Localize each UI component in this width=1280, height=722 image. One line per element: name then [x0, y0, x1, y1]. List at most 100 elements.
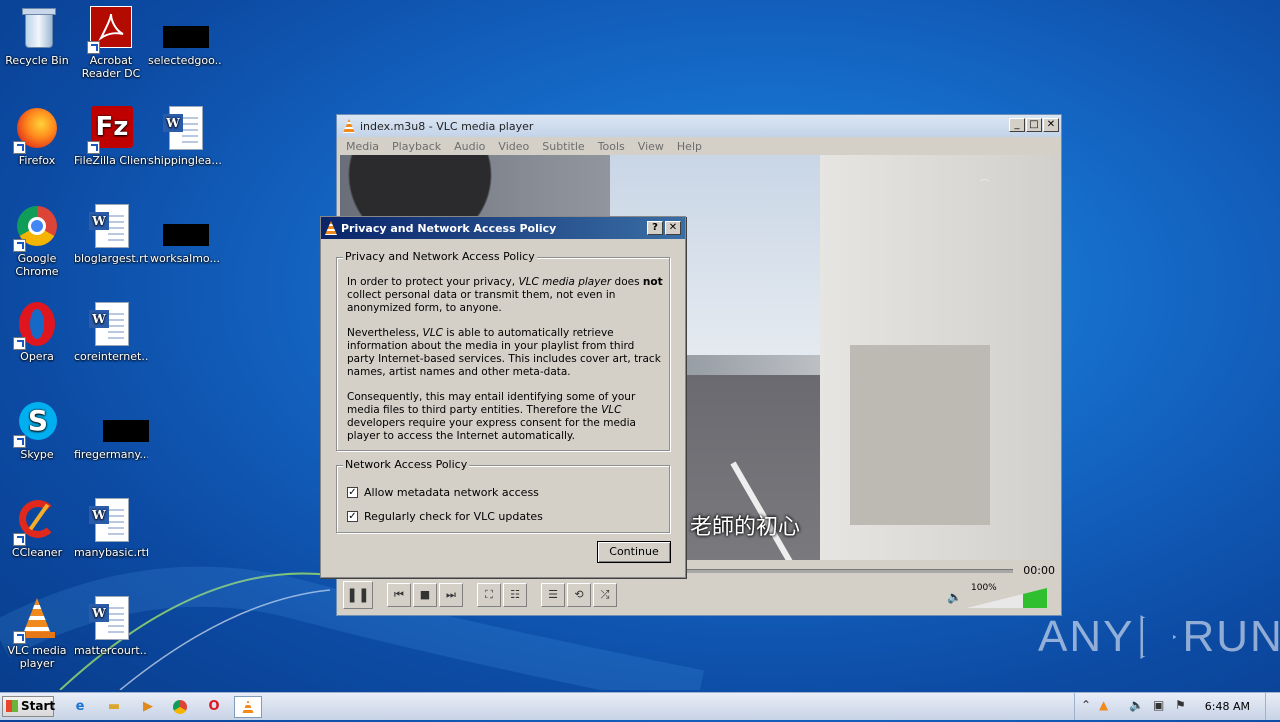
vlc-tray-icon[interactable]: ▲ [1099, 698, 1108, 712]
play-logo-icon [1140, 615, 1177, 659]
next-button[interactable]: ⏭ [439, 583, 463, 607]
privacy-dialog[interactable]: Privacy and Network Access Policy ? ✕ Pr… [320, 216, 686, 578]
firefox-icon [13, 106, 59, 154]
start-button[interactable]: Start [2, 696, 55, 717]
skype-icon: S [13, 400, 59, 448]
loop-button[interactable]: ⟲ [567, 583, 591, 607]
continue-button[interactable]: Continue [597, 541, 671, 563]
desktop-icon-filezilla[interactable]: Fz FileZilla Client [74, 106, 148, 167]
ccleaner-icon [13, 498, 59, 546]
show-desktop-button[interactable] [1265, 693, 1280, 720]
tray-expand-icon[interactable]: ⌃ [1081, 698, 1091, 712]
taskbar-clock[interactable]: 6:48 AM [1205, 700, 1250, 713]
menu-view[interactable]: View [631, 140, 670, 153]
desktop-icon-selectedgoo[interactable]: selectedgoo... [148, 6, 222, 67]
privacy-paragraph-3: Consequently, this may entail identifyin… [347, 391, 636, 442]
dialog-titlebar[interactable]: Privacy and Network Access Policy ? ✕ [321, 217, 685, 239]
vlc-cone-icon [343, 119, 355, 133]
word-document-icon: W [89, 596, 133, 640]
network-tray-icon[interactable]: ▣ [1153, 698, 1164, 712]
recycle-bin-icon [15, 6, 59, 50]
desktop-icon-label: Recycle Bin [5, 54, 69, 67]
minimize-button[interactable]: _ [1009, 118, 1025, 132]
volume-percent: 100% [971, 583, 997, 593]
menu-video[interactable]: Video [491, 140, 535, 153]
ie-icon[interactable]: e [68, 696, 92, 718]
metadata-access-checkbox[interactable]: ✓ Allow metadata network access [347, 486, 539, 499]
dialog-title: Privacy and Network Access Policy [341, 221, 557, 235]
desktop-icon-mattercourt[interactable]: W mattercourt... [74, 596, 148, 657]
desktop-icon-recycle-bin[interactable]: Recycle Bin [0, 6, 74, 67]
update-check-checkbox[interactable]: ✓ Regularly check for VLC updates [347, 510, 543, 523]
menu-audio[interactable]: Audio [447, 140, 491, 153]
media-player-icon[interactable]: ▶ [136, 696, 160, 718]
desktop-icon-ccleaner[interactable]: CCleaner [0, 498, 74, 559]
dialog-close-button[interactable]: ✕ [665, 221, 681, 235]
word-document-icon: W [163, 106, 207, 150]
help-button[interactable]: ? [647, 221, 663, 235]
close-button[interactable]: ✕ [1043, 118, 1059, 132]
shuffle-button[interactable]: ⤮ [593, 583, 617, 607]
volume-tray-icon[interactable]: 🔈 [1129, 698, 1144, 712]
chrome-taskbar-icon[interactable] [168, 696, 192, 718]
checkbox-checked-icon[interactable]: ✓ [347, 487, 358, 498]
vlc-taskbar-button[interactable] [234, 696, 262, 718]
vlc-titlebar[interactable]: index.m3u8 - VLC media player _ □ ✕ [337, 115, 1061, 137]
stop-button[interactable]: ■ [413, 583, 437, 607]
menu-tools[interactable]: Tools [591, 140, 631, 153]
opera-taskbar-icon[interactable]: O [202, 696, 226, 718]
desktop-icon-worksalmo[interactable]: worksalmo... [148, 204, 222, 265]
word-document-icon: W [89, 498, 133, 542]
desktop-icon-opera[interactable]: Opera [0, 302, 74, 363]
pause-button[interactable]: ❚❚ [343, 581, 373, 609]
black-file-icon [89, 400, 149, 444]
extended-settings-button[interactable]: ☷ [503, 583, 527, 607]
desktop-icon-label: selectedgoo... [148, 54, 222, 67]
desktop-icon-label: Firefox [18, 154, 56, 167]
privacy-paragraph-1: In order to protect your privacy, VLC me… [347, 276, 663, 314]
checkbox-checked-icon[interactable]: ✓ [347, 511, 358, 522]
vlc-cone-icon [13, 596, 59, 644]
black-file-icon [163, 204, 209, 248]
desktop-icon-firegermany[interactable]: firegermany... [74, 400, 149, 461]
maximize-button[interactable]: □ [1026, 118, 1042, 132]
action-center-flag-icon[interactable]: ⚑ [1175, 698, 1186, 712]
desktop-icon-acrobat[interactable]: Acrobat Reader DC [74, 6, 148, 80]
desktop-icon-label: shippinglea... [148, 154, 222, 167]
privacy-group-title: Privacy and Network Access Policy [343, 250, 537, 263]
desktop-icon-coreinternet[interactable]: W coreinternet... [74, 302, 148, 363]
system-tray: ⌃ ▲ 🔈 ▣ ⚑ 6:48 AM [1074, 693, 1280, 720]
volume-control[interactable]: 🔈 100% [947, 583, 1047, 608]
desktop-icon-manybasic[interactable]: W manybasic.rtf [74, 498, 148, 559]
metadata-access-label: Allow metadata network access [364, 486, 539, 499]
taskbar: Start e ▬ ▶ O ⌃ ▲ 🔈 ▣ ⚑ 6:48 AM [0, 692, 1280, 720]
playlist-button[interactable]: ☰ [541, 583, 565, 607]
desktop-icon-label: Google Chrome [15, 252, 59, 278]
previous-button[interactable]: ⏮ [387, 583, 411, 607]
privacy-paragraph-2: Nevertheless, VLC is able to automatical… [347, 327, 661, 378]
desktop-icon-label: FileZilla Client [74, 154, 148, 167]
explorer-folder-icon[interactable]: ▬ [102, 696, 126, 718]
desktop-icon-skype[interactable]: S Skype [0, 400, 74, 461]
menu-help[interactable]: Help [670, 140, 708, 153]
desktop-icon-chrome[interactable]: Google Chrome [0, 204, 74, 278]
menu-media[interactable]: Media [339, 140, 385, 153]
update-check-label: Regularly check for VLC updates [364, 510, 543, 523]
desktop-icon-label: worksalmo... [150, 252, 220, 265]
chrome-icon [13, 204, 59, 252]
desktop-icon-label: bloglargest.rtf [74, 252, 148, 265]
acrobat-icon [87, 6, 133, 54]
desktop-icon-label: Skype [20, 448, 54, 461]
desktop-icon-firefox[interactable]: Firefox [0, 106, 74, 167]
menu-subtitle[interactable]: Subtitle [535, 140, 590, 153]
desktop-icon-label: firegermany... [74, 448, 148, 461]
desktop-icon-label: manybasic.rtf [74, 546, 148, 559]
fullscreen-button[interactable]: ⛶ [477, 583, 501, 607]
desktop-icon-vlc[interactable]: VLC media player [0, 596, 74, 670]
menu-playback[interactable]: Playback [385, 140, 447, 153]
desktop-icon-bloglargest[interactable]: W bloglargest.rtf [74, 204, 148, 265]
desktop-icon-shippinglea[interactable]: W shippinglea... [148, 106, 222, 167]
desktop-icon-label: CCleaner [11, 546, 63, 559]
vlc-menubar: Media Playback Audio Video Subtitle Tool… [337, 137, 1061, 155]
desktop-icon-label: VLC media player [7, 644, 67, 670]
